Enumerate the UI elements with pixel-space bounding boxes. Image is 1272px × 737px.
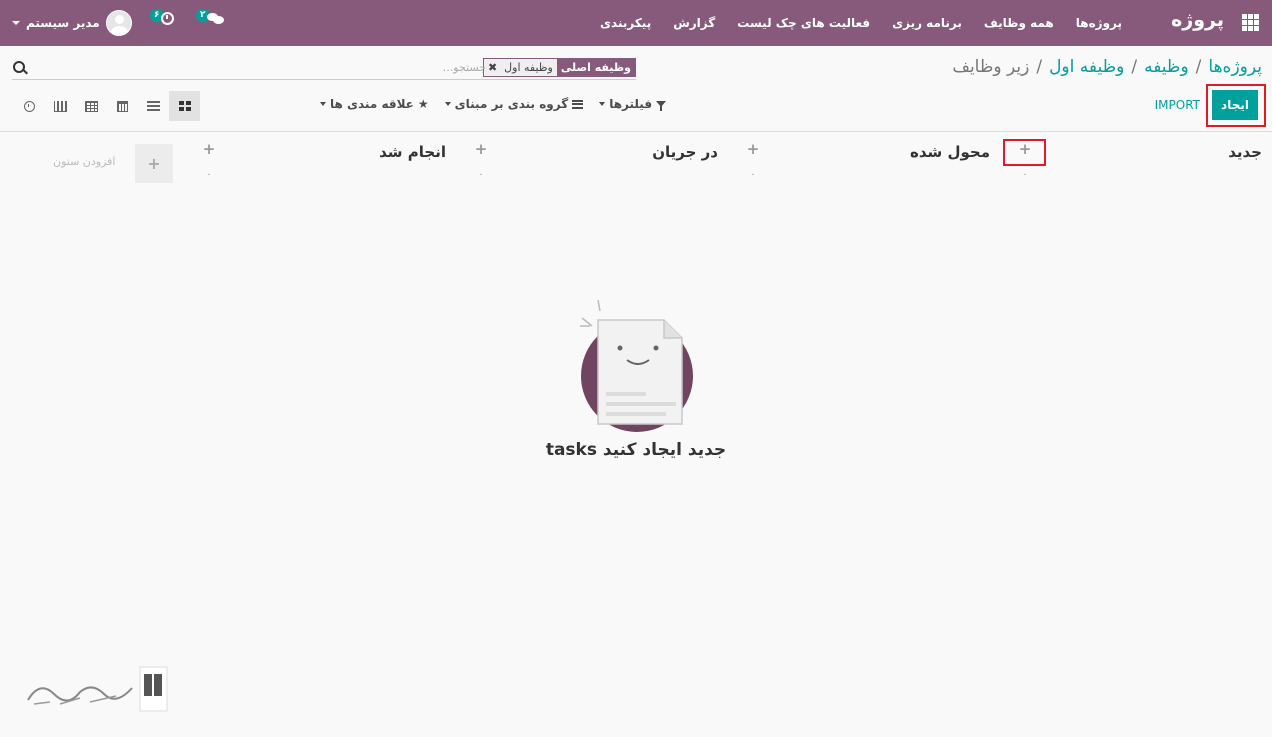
table-icon (85, 100, 98, 112)
column-count: ۰ (1022, 169, 1028, 180)
list-view-button[interactable] (138, 91, 169, 121)
chevron-down-icon (12, 21, 20, 25)
main-menu: پروژه‌ها همه وظایف برنامه ریزی فعالیت ها… (600, 0, 1122, 46)
kanban-column-in-progress: در جریان + ۰ (508, 139, 759, 189)
chevron-down-icon (320, 102, 326, 106)
breadcrumb-task[interactable]: وظیفه (1144, 57, 1189, 77)
filter-icon (656, 101, 667, 111)
import-button[interactable]: IMPORT (1155, 98, 1200, 112)
empty-state-title: tasks جدید ایجاد کنید (545, 440, 727, 460)
filters-label: فیلترها (609, 97, 653, 111)
menu-item-checklist-activities[interactable]: فعالیت های چک لیست (737, 16, 870, 30)
kanban-column-assigned: محول شده + ۰ (780, 139, 1031, 189)
facet-remove-icon[interactable]: ✖ (483, 59, 501, 76)
kanban-view-button[interactable] (169, 91, 200, 121)
kanban-column-done: انجام شد + ۰ (236, 139, 487, 189)
column-count: ۰ (750, 169, 756, 180)
facet-value: وظیفه اول (500, 59, 557, 76)
column-count: ۰ (206, 169, 212, 180)
search-input[interactable] (186, 58, 486, 77)
breadcrumb-projects[interactable]: پروژه‌ها (1208, 57, 1262, 77)
quick-create-plus-icon[interactable]: + (202, 142, 216, 157)
breadcrumb: پروژه‌ها / وظیفه / وظیفه اول / زیر وظایف (952, 57, 1262, 77)
quick-create-plus-icon[interactable]: + (746, 142, 760, 157)
menu-item-reporting[interactable]: گزارش (673, 16, 715, 30)
bar-chart-icon (54, 100, 67, 112)
menu-item-all-tasks[interactable]: همه وظایف (984, 16, 1054, 30)
pivot-view-button[interactable] (76, 91, 107, 121)
group-by-dropdown[interactable]: گروه بندی بر مبنای (441, 97, 584, 111)
breadcrumb-subtasks: زیر وظایف (952, 57, 1030, 77)
group-by-icon (572, 99, 584, 109)
kanban-column-new: جدید (1050, 139, 1262, 189)
chat-icon (206, 12, 224, 25)
list-icon (147, 101, 160, 111)
star-icon: ★ (417, 97, 429, 111)
clock-icon (160, 12, 174, 25)
menu-item-projects[interactable]: پروژه‌ها (1076, 16, 1122, 30)
activity-view-button[interactable] (14, 91, 45, 121)
column-title[interactable]: انجام شد (379, 143, 446, 161)
create-button[interactable]: ایجاد (1212, 90, 1258, 120)
search-options: فیلترها گروه بندی بر مبنای ★ علاقه مندی … (316, 97, 667, 111)
chevron-down-icon (444, 102, 451, 106)
breadcrumb-separator: / (1131, 57, 1138, 77)
breadcrumb-first-task[interactable]: وظیفه اول (1049, 57, 1124, 77)
group-by-label: گروه بندی بر مبنای (454, 97, 569, 111)
breadcrumb-separator: / (1036, 57, 1043, 77)
filters-dropdown[interactable]: فیلترها (595, 97, 667, 111)
kanban-icon (178, 101, 191, 111)
add-column-label[interactable]: افزودن ستون (53, 155, 115, 168)
calendar-icon (117, 100, 128, 112)
apps-menu-icon[interactable] (1242, 14, 1259, 31)
favorites-label: علاقه مندی ها (330, 97, 414, 111)
favorites-dropdown[interactable]: ★ علاقه مندی ها (316, 97, 429, 111)
column-title[interactable]: در جریان (652, 143, 718, 161)
app-brand[interactable]: پروژه (1171, 9, 1224, 31)
search-facet: وظیفه اصلی وظیفه اول ✖ (482, 58, 636, 77)
activity-menu[interactable]: ۶ (150, 9, 174, 25)
messaging-menu[interactable]: ۲ (196, 9, 224, 25)
graph-view-button[interactable] (45, 91, 76, 121)
facet-label: وظیفه اصلی (556, 59, 635, 76)
search-bar: وظیفه اصلی وظیفه اول ✖ (12, 57, 636, 80)
calendar-view-button[interactable] (107, 91, 138, 121)
column-title[interactable]: محول شده (910, 143, 990, 161)
user-menu[interactable]: مدیر سیستم (12, 10, 132, 36)
watermark-logo (27, 666, 168, 712)
avatar (105, 10, 132, 36)
systray: مدیر سیستم (12, 0, 132, 46)
quick-create-plus-icon[interactable]: + (474, 142, 488, 157)
top-navbar: پروژه پروژه‌ها همه وظایف برنامه ریزی فعا… (0, 0, 1272, 46)
menu-item-configuration[interactable]: پیکربندی (600, 16, 651, 30)
view-switcher (14, 91, 200, 121)
breadcrumb-separator: / (1195, 57, 1202, 77)
chevron-down-icon (599, 102, 606, 106)
control-panel-divider (0, 131, 1272, 132)
search-icon[interactable] (13, 61, 25, 73)
column-count: ۰ (478, 169, 484, 180)
column-title[interactable]: جدید (1228, 143, 1262, 161)
user-name: مدیر سیستم (26, 16, 100, 30)
add-column-button[interactable]: + (135, 144, 173, 183)
empty-document-illustration (580, 299, 693, 432)
quick-create-plus-icon[interactable]: + (1018, 142, 1032, 157)
menu-item-planning[interactable]: برنامه ریزی (892, 16, 962, 30)
clock-icon (24, 100, 35, 112)
